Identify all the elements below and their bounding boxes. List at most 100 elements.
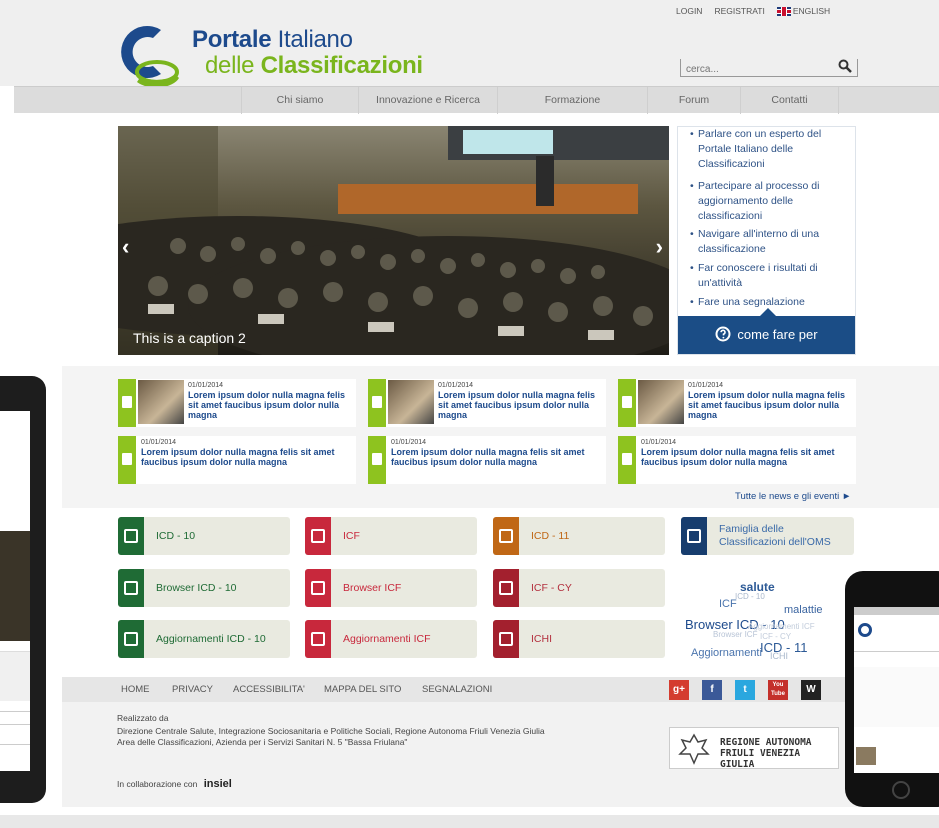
tile-label: Famiglia delle Classificazioni dell'OMS — [719, 523, 831, 548]
document-icon — [118, 379, 136, 427]
browser-search-icon — [305, 569, 331, 607]
tile-browser-icf[interactable]: Browser ICF — [305, 569, 477, 607]
news-card[interactable]: 01/01/2014 Lorem ipsum dolor nulla magna… — [118, 379, 356, 427]
wikipedia-icon[interactable]: W — [801, 680, 821, 700]
insiel-logo[interactable]: insiel — [204, 778, 232, 790]
login-link[interactable]: LOGIN — [676, 6, 702, 16]
howto-item[interactable]: Parlare con un esperto del Portale Itali… — [690, 127, 850, 172]
twitter-icon[interactable]: t — [735, 680, 755, 700]
logo-title-line1[interactable]: Portale Italiano — [192, 26, 353, 54]
tile-icf[interactable]: ICF — [305, 517, 477, 555]
footer-collab: In collaborazione con insiel — [117, 778, 232, 790]
nav-contatti[interactable]: Contatti — [740, 87, 839, 114]
phone-home-button — [892, 781, 910, 799]
tag[interactable]: Browser ICF — [713, 630, 757, 639]
google-plus-icon[interactable]: g+ — [669, 680, 689, 700]
tile-icd10[interactable]: ICD - 10 — [118, 517, 290, 555]
tag[interactable]: Aggiornamenti — [691, 647, 762, 659]
document-icon — [493, 517, 519, 555]
logo-title-line2[interactable]: delle Classificazioni — [205, 52, 423, 80]
edit-document-icon — [118, 620, 144, 658]
come-fare-per-button[interactable]: come fare per — [678, 308, 855, 354]
tile-icf-cy[interactable]: ICF - CY — [493, 569, 665, 607]
tile-ichi[interactable]: ICHI — [493, 620, 665, 658]
news-title: Lorem ipsum dolor nulla magna felis sit … — [438, 390, 596, 420]
tablet-mockup — [0, 376, 46, 803]
tile-label: ICF - CY — [531, 582, 572, 594]
document-icon — [368, 379, 386, 427]
tag[interactable]: malattie — [784, 604, 823, 616]
all-news-link[interactable]: Tutte le news e gli eventi ► — [735, 491, 851, 502]
footer-link-accessibilita[interactable]: ACCESSIBILITA' — [233, 677, 305, 702]
tag[interactable]: ICF - CY — [760, 632, 791, 641]
regione-text: REGIONE AUTONOMA FRIULI VENEZIA GIULIA — [720, 737, 812, 770]
tile-label: Browser ICD - 10 — [156, 582, 237, 594]
youtube-icon[interactable]: You Tube — [768, 680, 788, 700]
tile-browser-icd10[interactable]: Browser ICD - 10 — [118, 569, 290, 607]
bottom-strip — [0, 815, 939, 828]
footer-realizzato: Realizzato da — [117, 713, 169, 723]
register-link[interactable]: REGISTRATI — [714, 6, 764, 16]
edit-document-icon — [305, 620, 331, 658]
footer-link-privacy[interactable]: PRIVACY — [172, 677, 213, 702]
hero-image — [118, 126, 669, 355]
tag[interactable]: ICF — [719, 598, 737, 610]
tile-label: ICHI — [531, 633, 552, 645]
news-card[interactable]: 01/01/2014 Lorem ipsum dolor nulla magna… — [118, 436, 356, 484]
tile-label: Aggiornamenti ICD - 10 — [156, 633, 266, 645]
news-title: Lorem ipsum dolor nulla magna felis sit … — [688, 390, 846, 420]
facebook-icon[interactable]: f — [702, 680, 722, 700]
hero-slider[interactable]: ‹ › This is a caption 2 — [118, 126, 669, 355]
news-date: 01/01/2014 — [391, 439, 427, 446]
tile-label: ICD - 11 — [531, 530, 570, 542]
tile-famiglia-oms[interactable]: Famiglia delle Classificazioni dell'OMS — [681, 517, 854, 555]
news-title: Lorem ipsum dolor nulla magna felis sit … — [641, 447, 835, 467]
eagle-crest-icon — [678, 733, 710, 765]
english-link[interactable]: ENGLISH — [776, 6, 830, 17]
footer-link-home[interactable]: HOME — [121, 677, 150, 702]
tag[interactable]: ICHI — [770, 651, 788, 661]
hero-next-arrow[interactable]: › — [656, 234, 663, 260]
document-icon — [618, 379, 636, 427]
hero-prev-arrow[interactable]: ‹ — [122, 234, 129, 260]
nav-formazione[interactable]: Formazione — [497, 87, 647, 114]
news-thumbnail — [388, 380, 434, 424]
howto-item[interactable]: Far conoscere i risultati di un'attività — [690, 261, 850, 291]
news-card[interactable]: 01/01/2014 Lorem ipsum dolor nulla magna… — [618, 436, 856, 484]
tag[interactable]: Aggiornamenti ICF — [748, 622, 815, 631]
tile-label: ICD - 10 — [156, 530, 196, 542]
tile-label: ICF — [343, 530, 360, 542]
document-icon — [305, 517, 331, 555]
regione-fvg-logo[interactable]: REGIONE AUTONOMA FRIULI VENEZIA GIULIA — [669, 727, 839, 770]
search-icon[interactable] — [838, 59, 852, 73]
nav-innovazione[interactable]: Innovazione e Ricerca — [358, 87, 497, 114]
nav-forum[interactable]: Forum — [647, 87, 740, 114]
tag[interactable]: ICD - 10 — [735, 592, 765, 601]
footer-link-mappa[interactable]: MAPPA DEL SITO — [324, 677, 401, 702]
search-input[interactable] — [681, 61, 831, 78]
question-bubble-icon — [715, 326, 731, 342]
hero-caption: This is a caption 2 — [133, 330, 246, 346]
howto-item[interactable]: Partecipare al processo di aggiornamento… — [690, 179, 850, 224]
search-box — [680, 59, 858, 78]
howto-item[interactable]: Fare una segnalazione — [690, 295, 805, 310]
footer-line2: Area delle Classificazioni, Azienda per … — [117, 737, 408, 747]
footer-link-segnalazioni[interactable]: SEGNALAZIONI — [422, 677, 492, 702]
nav-chi-siamo[interactable]: Chi siamo — [241, 87, 358, 114]
news-card[interactable]: 01/01/2014 Lorem ipsum dolor nulla magna… — [368, 379, 606, 427]
tablet-screen — [0, 411, 30, 771]
news-thumbnail — [638, 380, 684, 424]
tile-icd11[interactable]: ICD - 11 — [493, 517, 665, 555]
phone-screen — [854, 607, 939, 773]
document-icon — [493, 620, 519, 658]
tile-aggiornamenti-icd10[interactable]: Aggiornamenti ICD - 10 — [118, 620, 290, 658]
howto-item[interactable]: Navigare all'interno di una classificazi… — [690, 227, 850, 257]
howto-panel: Parlare con un esperto del Portale Itali… — [677, 126, 856, 355]
news-card[interactable]: 01/01/2014 Lorem ipsum dolor nulla magna… — [368, 436, 606, 484]
tile-aggiornamenti-icf[interactable]: Aggiornamenti ICF — [305, 620, 477, 658]
footer-nav: HOME PRIVACY ACCESSIBILITA' MAPPA DEL SI… — [62, 677, 939, 702]
news-title: Lorem ipsum dolor nulla magna felis sit … — [391, 447, 585, 467]
top-links: LOGIN REGISTRATI ENGLISH — [676, 6, 830, 17]
news-card[interactable]: 01/01/2014 Lorem ipsum dolor nulla magna… — [618, 379, 856, 427]
